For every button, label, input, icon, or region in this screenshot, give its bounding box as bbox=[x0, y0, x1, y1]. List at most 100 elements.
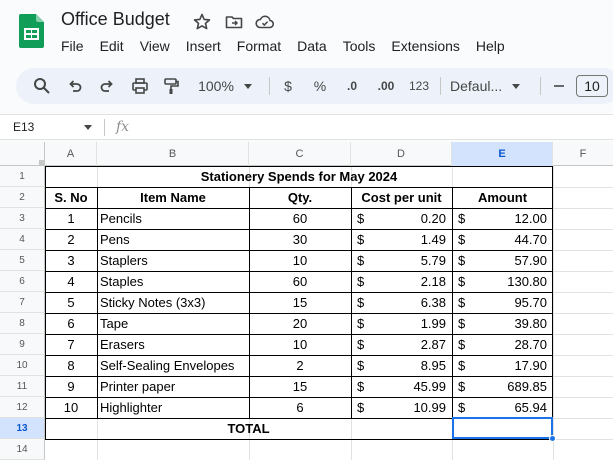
item-cell[interactable]: Pencils bbox=[97, 208, 249, 229]
item-cell[interactable]: Sticky Notes (3x3) bbox=[97, 292, 249, 313]
row-header-active[interactable]: 13 bbox=[0, 418, 45, 439]
column-header-c[interactable]: C bbox=[249, 142, 351, 166]
redo-button[interactable] bbox=[94, 68, 120, 104]
row-header[interactable]: 11 bbox=[0, 376, 45, 397]
sheet-grid[interactable]: A B C D E F 1 2 3 4 5 6 7 8 9 10 11 12 1… bbox=[0, 142, 613, 460]
item-cell[interactable]: Staples bbox=[97, 271, 249, 292]
header-cost-cell[interactable]: Cost per unit bbox=[351, 187, 452, 208]
sheets-logo-icon[interactable] bbox=[19, 14, 44, 48]
cloud-saved-icon[interactable] bbox=[255, 12, 275, 32]
sno-cell[interactable]: 5 bbox=[45, 292, 97, 313]
sno-cell[interactable]: 7 bbox=[45, 334, 97, 355]
increase-decimal-button[interactable]: .00 bbox=[372, 68, 400, 104]
header-amount-cell[interactable]: Amount bbox=[452, 187, 553, 208]
row-header[interactable]: 4 bbox=[0, 229, 45, 250]
star-icon[interactable] bbox=[192, 12, 212, 32]
menu-data[interactable]: Data bbox=[289, 36, 335, 56]
decrease-decimal-button[interactable]: .0 bbox=[339, 68, 365, 104]
sno-cell[interactable]: 8 bbox=[45, 355, 97, 376]
column-header-a[interactable]: A bbox=[45, 142, 97, 166]
row-header[interactable]: 8 bbox=[0, 313, 45, 334]
qty-cell[interactable]: 60 bbox=[249, 208, 351, 229]
cost-cell[interactable]: 2.18 bbox=[374, 271, 449, 292]
header-item-cell[interactable]: Item Name bbox=[97, 187, 249, 208]
column-header-b[interactable]: B bbox=[97, 142, 249, 166]
qty-cell[interactable]: 2 bbox=[249, 355, 351, 376]
amount-cell[interactable]: 130.80 bbox=[475, 271, 550, 292]
amount-cell[interactable]: 689.85 bbox=[475, 376, 550, 397]
cost-cell[interactable]: 5.79 bbox=[374, 250, 449, 271]
select-all-corner[interactable] bbox=[0, 142, 45, 166]
name-box[interactable]: E13 bbox=[13, 120, 34, 134]
name-box-dropdown-icon[interactable] bbox=[84, 125, 92, 130]
cost-cell[interactable]: 8.95 bbox=[374, 355, 449, 376]
cost-cell[interactable]: 2.87 bbox=[374, 334, 449, 355]
column-header-f[interactable]: F bbox=[553, 142, 613, 166]
font-select[interactable]: Defaul... bbox=[450, 68, 530, 104]
active-cell-selection[interactable] bbox=[452, 417, 553, 439]
sno-cell[interactable]: 9 bbox=[45, 376, 97, 397]
cost-cell[interactable]: 45.99 bbox=[374, 376, 449, 397]
print-button[interactable] bbox=[127, 68, 153, 104]
row-header[interactable]: 6 bbox=[0, 271, 45, 292]
header-sno-cell[interactable]: S. No bbox=[45, 187, 97, 208]
cost-cell[interactable]: 1.99 bbox=[374, 313, 449, 334]
format-currency-button[interactable]: $ bbox=[278, 68, 298, 104]
fill-handle[interactable] bbox=[549, 435, 556, 442]
qty-cell[interactable]: 6 bbox=[249, 397, 351, 418]
sno-cell[interactable]: 10 bbox=[45, 397, 97, 418]
cost-cell[interactable]: 6.38 bbox=[374, 292, 449, 313]
qty-cell[interactable]: 10 bbox=[249, 334, 351, 355]
item-cell[interactable]: Tape bbox=[97, 313, 249, 334]
row-header[interactable]: 12 bbox=[0, 397, 45, 418]
row-header[interactable]: 9 bbox=[0, 334, 45, 355]
menu-file[interactable]: File bbox=[53, 36, 92, 56]
item-cell[interactable]: Self-Sealing Envelopes bbox=[97, 355, 249, 376]
menu-insert[interactable]: Insert bbox=[178, 36, 229, 56]
item-cell[interactable]: Printer paper bbox=[97, 376, 249, 397]
amount-cell[interactable]: 12.00 bbox=[475, 208, 550, 229]
format-percent-button[interactable]: % bbox=[310, 68, 330, 104]
row-header[interactable]: 5 bbox=[0, 250, 45, 271]
cost-cell[interactable]: 1.49 bbox=[374, 229, 449, 250]
item-cell[interactable]: Highlighter bbox=[97, 397, 249, 418]
decrease-font-size-button[interactable] bbox=[550, 68, 568, 104]
search-menus-button[interactable] bbox=[30, 68, 54, 104]
amount-cell[interactable]: 57.90 bbox=[475, 250, 550, 271]
row-header[interactable]: 1 bbox=[0, 166, 45, 187]
qty-cell[interactable]: 30 bbox=[249, 229, 351, 250]
menu-tools[interactable]: Tools bbox=[335, 36, 384, 56]
menu-view[interactable]: View bbox=[132, 36, 178, 56]
amount-cell[interactable]: 39.80 bbox=[475, 313, 550, 334]
paint-format-button[interactable] bbox=[158, 68, 184, 104]
sno-cell[interactable]: 1 bbox=[45, 208, 97, 229]
column-header-d[interactable]: D bbox=[351, 142, 452, 166]
amount-cell[interactable]: 28.70 bbox=[475, 334, 550, 355]
item-cell[interactable]: Pens bbox=[97, 229, 249, 250]
menu-extensions[interactable]: Extensions bbox=[383, 36, 467, 56]
cost-cell[interactable]: 0.20 bbox=[374, 208, 449, 229]
sno-cell[interactable]: 4 bbox=[45, 271, 97, 292]
row-header[interactable]: 2 bbox=[0, 187, 45, 208]
item-cell[interactable]: Erasers bbox=[97, 334, 249, 355]
zoom-select[interactable]: 100% bbox=[192, 68, 258, 104]
header-qty-cell[interactable]: Qty. bbox=[249, 187, 351, 208]
row-header[interactable]: 3 bbox=[0, 208, 45, 229]
cost-cell[interactable]: 10.99 bbox=[374, 397, 449, 418]
qty-cell[interactable]: 20 bbox=[249, 313, 351, 334]
amount-cell[interactable]: 44.70 bbox=[475, 229, 550, 250]
column-header-e[interactable]: E bbox=[452, 142, 553, 166]
total-label-cell[interactable]: TOTAL bbox=[45, 418, 452, 439]
more-formats-button[interactable]: 123 bbox=[405, 68, 433, 104]
row-header[interactable]: 7 bbox=[0, 292, 45, 313]
qty-cell[interactable]: 10 bbox=[249, 250, 351, 271]
amount-cell[interactable]: 65.94 bbox=[475, 397, 550, 418]
qty-cell[interactable]: 60 bbox=[249, 271, 351, 292]
undo-button[interactable] bbox=[62, 68, 88, 104]
row-header[interactable]: 10 bbox=[0, 355, 45, 376]
menu-help[interactable]: Help bbox=[468, 36, 513, 56]
qty-cell[interactable]: 15 bbox=[249, 292, 351, 313]
sno-cell[interactable]: 2 bbox=[45, 229, 97, 250]
amount-cell[interactable]: 95.70 bbox=[475, 292, 550, 313]
sno-cell[interactable]: 3 bbox=[45, 250, 97, 271]
